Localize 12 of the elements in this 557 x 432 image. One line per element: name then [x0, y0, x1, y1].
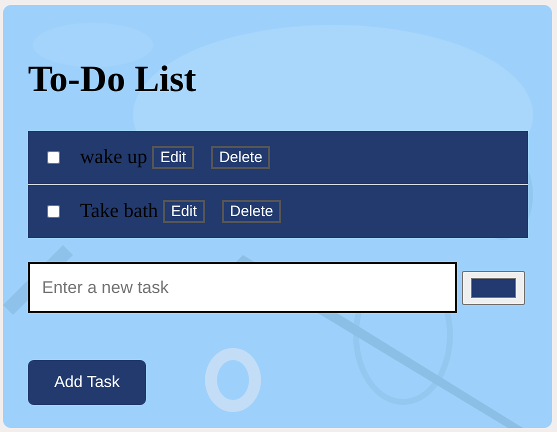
delete-button[interactable]: Delete [211, 146, 270, 169]
task-checkbox[interactable] [47, 205, 60, 218]
task-checkbox[interactable] [47, 151, 60, 164]
delete-button[interactable]: Delete [222, 200, 282, 223]
color-picker[interactable] [462, 270, 525, 304]
task-input-field[interactable]: Enter a new task [28, 262, 457, 313]
task-text: wake up [80, 146, 148, 169]
edit-button[interactable]: Edit [152, 146, 194, 169]
page-title: To-Do List [28, 58, 196, 102]
add-task-button[interactable]: Add Task [28, 360, 146, 405]
task-text: Take bath [80, 200, 158, 223]
edit-button[interactable]: Edit [163, 200, 205, 223]
